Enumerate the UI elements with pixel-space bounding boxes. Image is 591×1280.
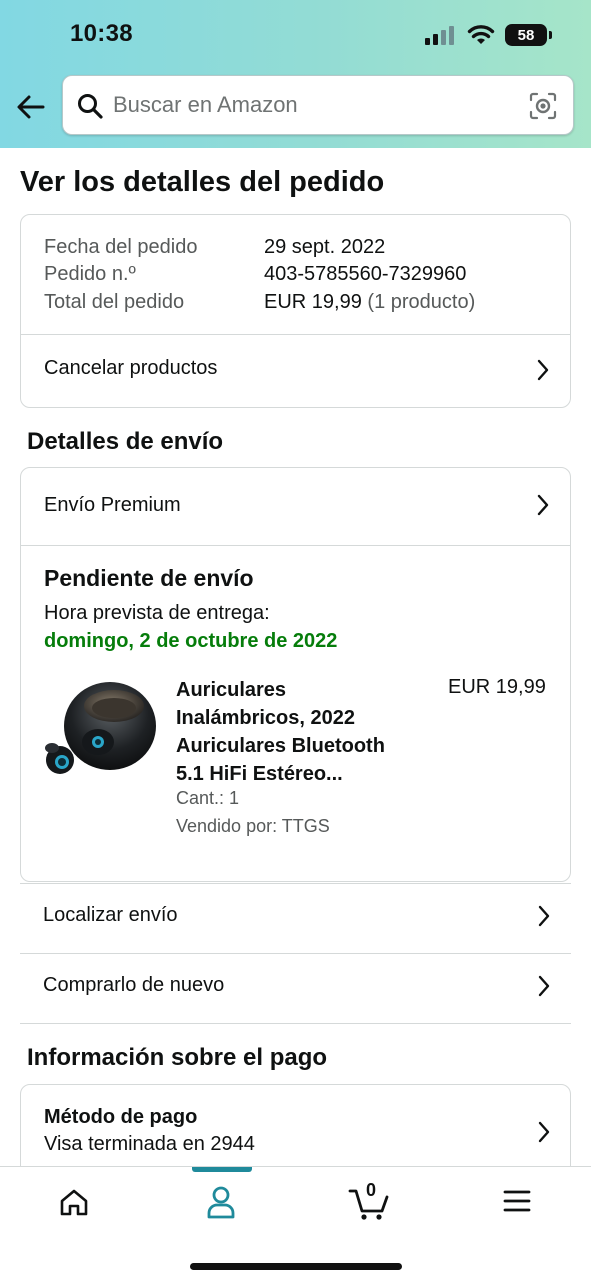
payment-method-label: Método de pago <box>44 1106 198 1128</box>
track-shipment-row[interactable]: Localizar envío <box>20 884 571 953</box>
signal-icon <box>425 26 454 45</box>
status-icons: 58 <box>425 22 552 48</box>
chevron-right-icon <box>538 1121 550 1143</box>
order-date-value: 29 sept. 2022 <box>264 236 386 258</box>
shipping-method-label: Envío Premium <box>44 494 181 516</box>
order-number-label: Pedido n.º <box>44 263 136 285</box>
bottom-nav: 0 <box>0 1166 591 1280</box>
buy-again-label: Comprarlo de nuevo <box>43 974 225 996</box>
order-total-value: EUR 19,99 (1 producto) <box>264 291 475 314</box>
payment-method-value: Visa terminada en 2944 <box>44 1133 255 1155</box>
search-input[interactable] <box>113 84 513 126</box>
account-icon[interactable] <box>205 1185 237 1219</box>
product-seller: Vendido por: TTGS <box>176 816 330 836</box>
back-arrow-icon[interactable] <box>14 90 48 124</box>
chevron-right-icon <box>537 494 549 516</box>
cart-count: 0 <box>366 1180 377 1200</box>
order-total-count: (1 producto) <box>367 291 476 313</box>
status-time: 10:38 <box>70 20 133 47</box>
chevron-right-icon <box>537 359 549 381</box>
shipment-status: Pendiente de envío <box>44 565 254 591</box>
delivery-date: domingo, 2 de octubre de 2022 <box>44 630 338 652</box>
wifi-icon <box>467 25 495 44</box>
payment-section-title: Información sobre el pago <box>27 1044 328 1071</box>
menu-icon[interactable] <box>503 1189 531 1213</box>
product-title-line: Inalámbricos, 2022 <box>176 707 355 729</box>
divider <box>21 545 570 546</box>
buy-again-row[interactable]: Comprarlo de nuevo <box>20 954 571 1023</box>
order-number-value: 403-5785560-7329960 <box>264 263 467 285</box>
search-bar[interactable] <box>62 75 574 135</box>
cancel-products-row[interactable]: Cancelar productos <box>21 335 570 407</box>
battery-indicator: 58 <box>505 24 552 46</box>
active-tab-indicator <box>192 1167 252 1172</box>
cancel-products-label: Cancelar productos <box>44 357 218 379</box>
shipping-method-row[interactable]: Envío Premium <box>21 468 570 545</box>
home-icon[interactable] <box>59 1187 89 1217</box>
order-total-amount: EUR 19,99 <box>264 291 362 313</box>
chevron-right-icon <box>538 975 550 997</box>
camera-search-icon[interactable] <box>529 92 557 120</box>
product-quantity: Cant.: 1 <box>176 788 240 808</box>
product-price: EUR 19,99 <box>448 676 546 698</box>
delivery-estimate-label: Hora prevista de entrega: <box>44 602 270 624</box>
search-icon <box>78 94 103 119</box>
product-title-line: Auriculares Bluetooth <box>176 735 385 757</box>
product-title-line: 5.1 HiFi Estéreo... <box>176 763 343 785</box>
page-title: Ver los detalles del pedido <box>20 166 385 198</box>
track-shipment-label: Localizar envío <box>43 904 178 926</box>
divider <box>20 1023 571 1024</box>
home-indicator <box>190 1263 402 1270</box>
shipping-section-title: Detalles de envío <box>27 428 224 455</box>
product-title-line: Auriculares <box>176 679 287 701</box>
chevron-right-icon <box>538 905 550 927</box>
product-image[interactable] <box>40 672 158 784</box>
order-date-label: Fecha del pedido <box>44 236 198 258</box>
app-header: 10:38 58 <box>0 0 591 148</box>
order-total-label: Total del pedido <box>44 291 185 313</box>
product-title[interactable]: Auriculares Inalámbricos, 2022 Auricular… <box>176 676 385 788</box>
